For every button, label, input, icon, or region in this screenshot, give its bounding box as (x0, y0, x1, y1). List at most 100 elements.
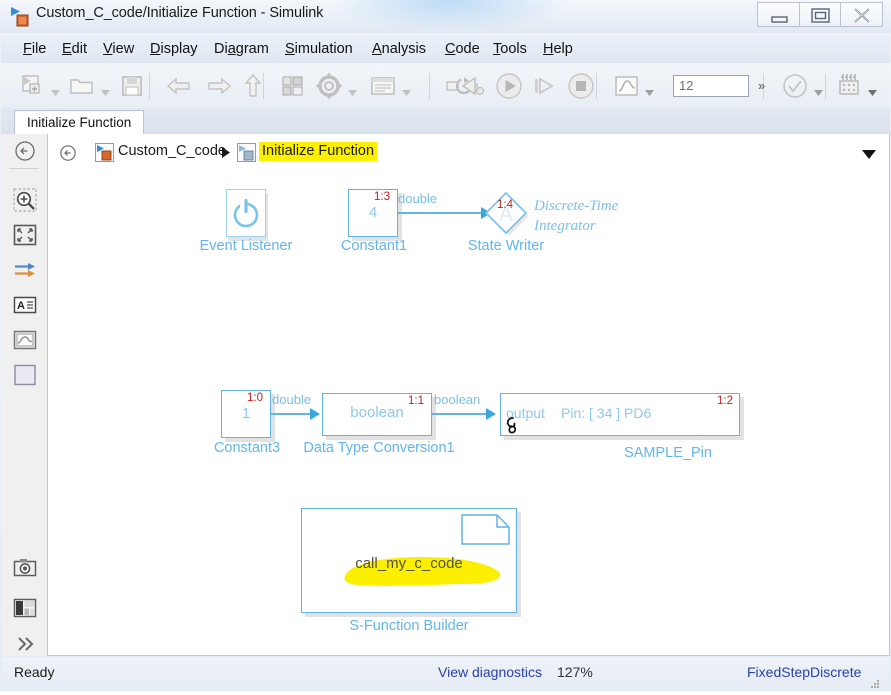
sidebar-zoom-in-icon[interactable] (13, 188, 37, 212)
status-bar: Ready View diagnostics 127% FixedStepDis… (1, 657, 890, 690)
signal-wire-constant1-to-statewriter[interactable] (398, 212, 484, 214)
build-hardware-icon[interactable] (834, 71, 864, 101)
link-chain-icon (503, 415, 525, 440)
zoom-level-text[interactable]: 127% (557, 664, 593, 680)
status-text: Ready (14, 664, 55, 680)
annotation-line-2: Integrator (534, 218, 596, 234)
library-grid-icon[interactable] (278, 71, 308, 101)
title-bar-glow (330, 0, 570, 32)
menu-display[interactable]: Display (146, 40, 202, 58)
save-disk-icon[interactable] (117, 71, 147, 101)
window-title: Custom_C_code/Initialize Function - Simu… (36, 5, 324, 21)
sidebar-chevrons-right-icon[interactable] (13, 632, 37, 656)
toolbar-separator (429, 73, 430, 99)
resize-grip[interactable] (869, 677, 881, 689)
stop-icon[interactable] (566, 71, 596, 101)
menu-diagram[interactable]: Diagram (210, 40, 273, 58)
model-canvas[interactable]: Event Listener 4 1:3 Constant1 double 1:… (47, 172, 890, 656)
simulation-stop-time-input[interactable]: 12 (673, 75, 749, 97)
sidebar-camera-icon[interactable] (13, 556, 37, 580)
svg-text:A: A (17, 300, 25, 312)
menu-bar: File Edit View Display Diagram Simulatio… (1, 36, 890, 64)
sidebar-scope-image-icon[interactable] (13, 328, 37, 352)
title-bar: Custom_C_code/Initialize Function - Simu… (0, 0, 891, 33)
constant3-port-id: 1:0 (247, 392, 263, 404)
constant1-port-id: 1:3 (374, 191, 390, 203)
simulink-window: Custom_C_code/Initialize Function - Simu… (0, 0, 891, 691)
signal-label-double-middle: double (272, 392, 312, 407)
data-type-conversion1-label: Data Type Conversion1 (303, 440, 455, 456)
simulink-model-icon[interactable] (95, 143, 114, 162)
menu-analysis[interactable]: Analysis (368, 40, 430, 58)
arrow-right-icon[interactable] (204, 71, 234, 101)
scope-plot-icon[interactable] (611, 71, 641, 101)
s-function-builder-label: S-Function Builder (349, 618, 469, 634)
fast-restart-icon[interactable] (459, 71, 489, 101)
power-symbol-icon (233, 194, 259, 237)
signal-wire-constant3-to-dtc1[interactable] (271, 413, 313, 415)
signal-label-double-top: double (398, 191, 438, 206)
constant3-label: Constant3 (213, 440, 281, 456)
view-diagnostics-link[interactable]: View diagnostics (438, 664, 542, 680)
gear-icon[interactable] (314, 71, 344, 101)
state-writer-label: State Writer (467, 238, 545, 254)
breadcrumb-separator-icon (221, 146, 231, 159)
signal-arrow-icon (310, 408, 320, 420)
signal-wire-dtc1-to-sample-pin[interactable] (432, 413, 488, 415)
play-icon[interactable] (494, 71, 524, 101)
menu-simulation[interactable]: Simulation (281, 40, 357, 58)
breadcrumb-dropdown-icon[interactable] (862, 146, 876, 159)
constant1-label: Constant1 (340, 238, 408, 254)
menu-file[interactable]: File (19, 40, 50, 58)
caret-down-icon[interactable] (402, 83, 411, 96)
sidebar-area-box-icon[interactable] (13, 363, 37, 387)
toolbar-overflow-button[interactable]: » (758, 78, 765, 93)
toolbar-separator (825, 73, 826, 99)
breadcrumb: Custom_C_code Initialize Function (47, 134, 890, 173)
sidebar-fit-to-view-icon[interactable] (13, 223, 37, 247)
menu-code[interactable]: Code (441, 40, 484, 58)
breadcrumb-item-initialize-function[interactable]: Initialize Function (259, 142, 378, 161)
constant3-value: 1 (241, 405, 251, 422)
state-writer-annotation: Discrete-Time Integrator (534, 196, 618, 236)
sidebar-signal-arrows-icon[interactable] (13, 258, 37, 282)
close-button[interactable] (841, 2, 883, 27)
caret-down-icon[interactable] (868, 83, 877, 96)
sidebar-back-icon[interactable] (13, 139, 37, 163)
caret-down-icon[interactable] (814, 83, 823, 96)
sidebar-divider (9, 168, 39, 169)
breadcrumb-back-icon[interactable] (59, 144, 77, 162)
caret-down-icon[interactable] (51, 83, 60, 96)
caret-down-icon[interactable] (645, 83, 654, 96)
new-model-icon[interactable] (17, 71, 47, 101)
model-explorer-icon[interactable] (368, 71, 398, 101)
step-forward-icon[interactable] (530, 71, 560, 101)
menu-view[interactable]: View (99, 40, 138, 58)
document-fold-icon (461, 514, 511, 551)
caret-down-icon[interactable] (101, 83, 110, 96)
menu-help[interactable]: Help (539, 40, 577, 58)
arrow-up-icon[interactable] (238, 71, 268, 101)
check-circle-icon[interactable] (780, 71, 810, 101)
event-listener-label: Event Listener (199, 238, 293, 254)
state-writer-port-id: 1:4 (497, 199, 513, 211)
minimize-button[interactable] (757, 2, 799, 27)
data-type-conversion1-port-id: 1:1 (408, 395, 424, 407)
menu-tools[interactable]: Tools (489, 40, 531, 58)
sidebar-palette-icon[interactable] (13, 596, 37, 620)
initialize-function-icon[interactable] (237, 143, 256, 162)
sidebar-text-annotation-icon[interactable]: A (13, 293, 37, 317)
s-function-builder-function-name: call_my_c_code (355, 555, 463, 572)
menu-edit[interactable]: Edit (58, 40, 91, 58)
toolbar-separator (596, 73, 597, 99)
maximize-button[interactable] (799, 2, 841, 27)
arrow-left-icon[interactable] (164, 71, 194, 101)
canvas-sidebar: A (1, 134, 48, 656)
caret-down-icon[interactable] (348, 83, 357, 96)
breadcrumb-item-custom-c-code[interactable]: Custom_C_code (118, 143, 226, 159)
solver-mode-text[interactable]: FixedStepDiscrete (747, 664, 861, 680)
folder-open-icon[interactable] (67, 71, 97, 101)
signal-arrow-icon (486, 408, 496, 420)
tab-initialize-function[interactable]: Initialize Function (14, 110, 145, 135)
toolbar: 12 » (1, 63, 890, 109)
